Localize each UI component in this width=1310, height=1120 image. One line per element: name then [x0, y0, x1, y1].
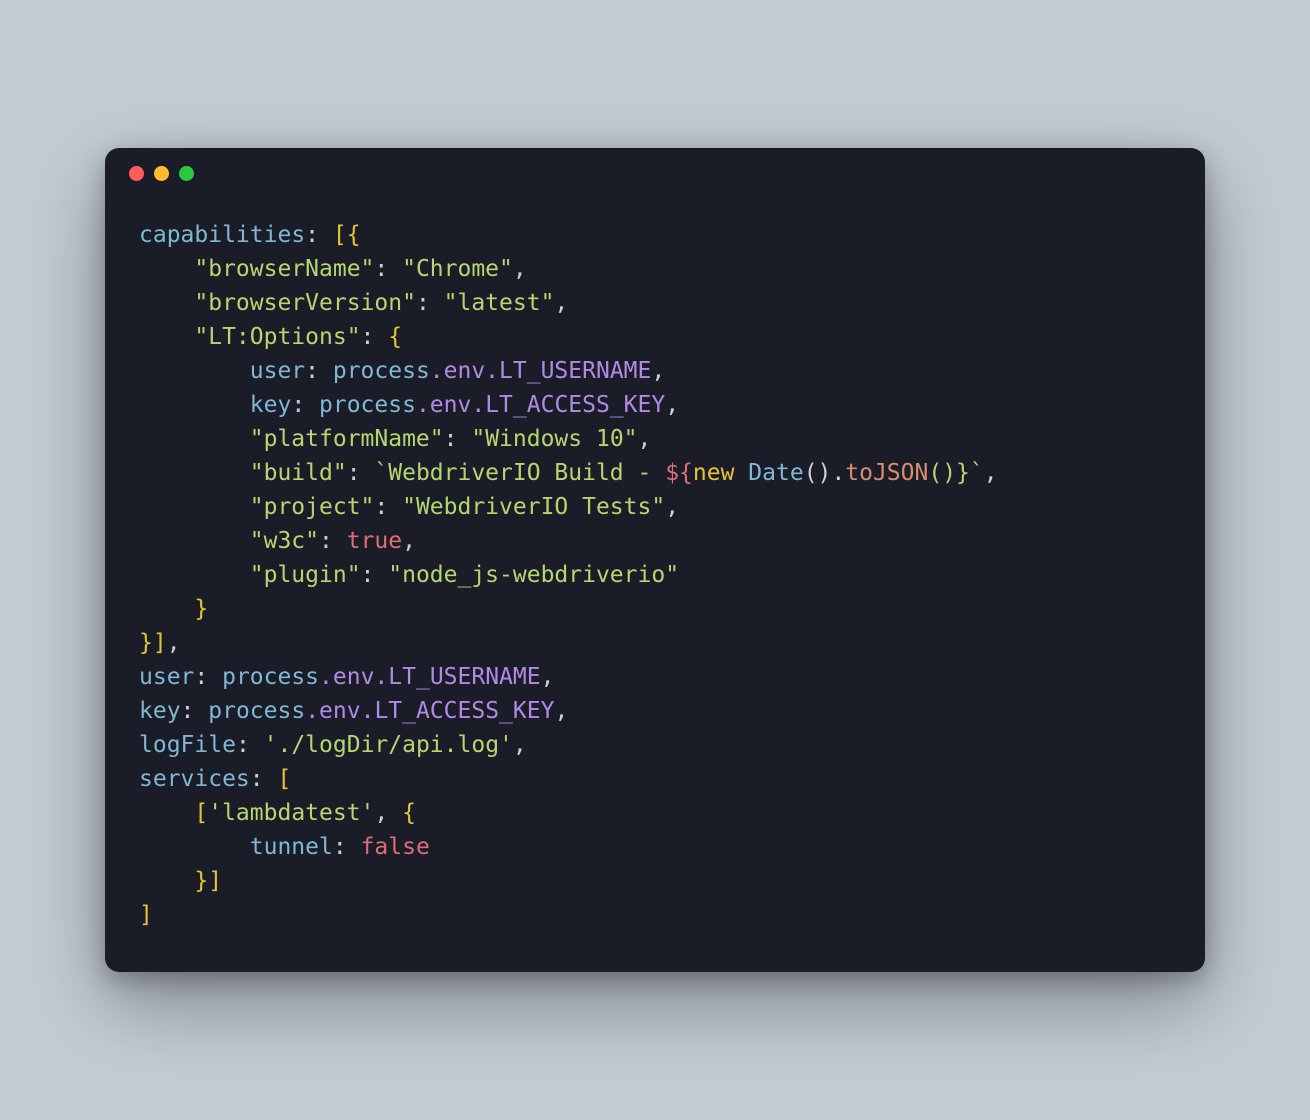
minimize-icon[interactable] — [154, 166, 169, 181]
label-services: services — [139, 766, 250, 792]
prop-w3c: "w3c" — [250, 528, 319, 554]
label-key: key — [250, 392, 292, 418]
label-tunnel: tunnel — [250, 834, 333, 860]
prop-browserVersion: "browserVersion" — [194, 290, 416, 316]
label-user-outer: user — [139, 664, 194, 690]
code-window: capabilities: [{ "browserName": "Chrome"… — [105, 148, 1205, 973]
label-user: user — [250, 358, 305, 384]
close-icon[interactable] — [129, 166, 144, 181]
prop-project: "project" — [250, 494, 375, 520]
window-titlebar — [105, 148, 1205, 200]
code-block: capabilities: [{ "browserName": "Chrome"… — [105, 200, 1205, 973]
prop-ltoptions: "LT:Options" — [194, 324, 360, 350]
prop-platformName: "platformName" — [250, 426, 444, 452]
label-capabilities: capabilities — [139, 222, 305, 248]
zoom-icon[interactable] — [179, 166, 194, 181]
prop-plugin: "plugin" — [250, 562, 361, 588]
prop-build: "build" — [250, 460, 347, 486]
prop-browserName: "browserName" — [194, 256, 374, 282]
label-key-outer: key — [139, 698, 181, 724]
label-logFile: logFile — [139, 732, 236, 758]
